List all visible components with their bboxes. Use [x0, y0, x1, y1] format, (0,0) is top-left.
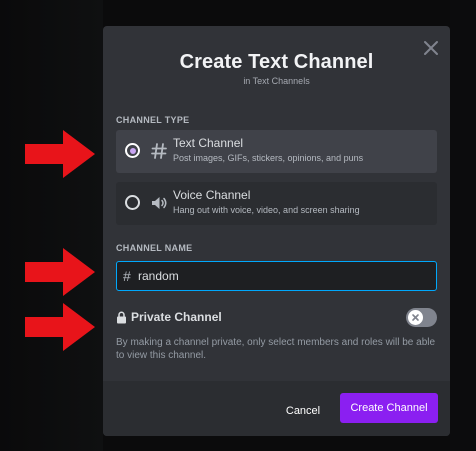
private-channel-row: Private Channel [116, 308, 437, 328]
red-arrow-icon [25, 130, 95, 178]
private-channel-label: Private Channel [131, 310, 222, 324]
channel-type-option-text[interactable]: Text Channel Post images, GIFs, stickers… [116, 130, 437, 173]
backdrop [0, 0, 103, 451]
option-description: Hang out with voice, video, and screen s… [173, 205, 360, 215]
create-channel-button[interactable]: Create Channel [340, 393, 438, 423]
cancel-button[interactable]: Cancel [273, 396, 333, 426]
modal-footer: Cancel Create Channel [103, 381, 450, 436]
radio-unselected[interactable] [125, 195, 140, 210]
channel-type-option-voice[interactable]: Voice Channel Hang out with voice, video… [116, 182, 437, 225]
speaker-icon [150, 194, 168, 212]
modal-subtitle: in Text Channels [243, 76, 310, 86]
channel-type-label: CHANNEL TYPE [116, 115, 190, 125]
create-channel-modal: Create Text Channel in Text Channels CHA… [103, 26, 450, 436]
channel-name-label: CHANNEL NAME [116, 243, 193, 253]
toggle-knob [408, 310, 423, 325]
backdrop-right [450, 0, 476, 451]
channel-name-field[interactable]: # [116, 261, 437, 291]
hash-icon [150, 142, 168, 160]
radio-dot [129, 147, 136, 154]
private-channel-description: By making a channel private, only select… [116, 337, 436, 361]
channel-name-prefix: # [123, 268, 131, 284]
channel-name-input[interactable] [138, 266, 428, 286]
modal-title: Create Text Channel [179, 51, 374, 73]
red-arrow-icon [25, 248, 95, 296]
radio-selected[interactable] [125, 143, 140, 158]
lock-icon [116, 311, 127, 324]
option-title: Voice Channel [173, 188, 251, 202]
private-channel-toggle[interactable] [406, 308, 437, 327]
red-arrow-icon [25, 303, 95, 351]
option-description: Post images, GIFs, stickers, opinions, a… [173, 153, 364, 163]
option-title: Text Channel [173, 136, 244, 150]
toggle-off-icon [412, 314, 419, 321]
